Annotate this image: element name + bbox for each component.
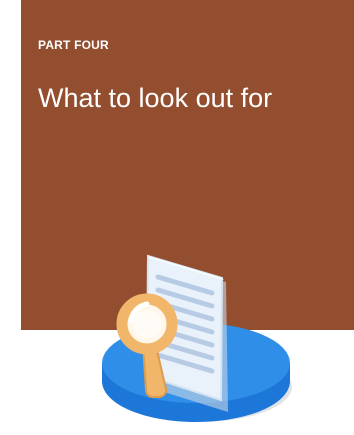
page-title: What to look out for (38, 83, 273, 113)
page: PART FOUR What to look out for (0, 0, 354, 435)
document-magnifier-icon (102, 254, 292, 422)
section-label: PART FOUR (38, 38, 109, 52)
